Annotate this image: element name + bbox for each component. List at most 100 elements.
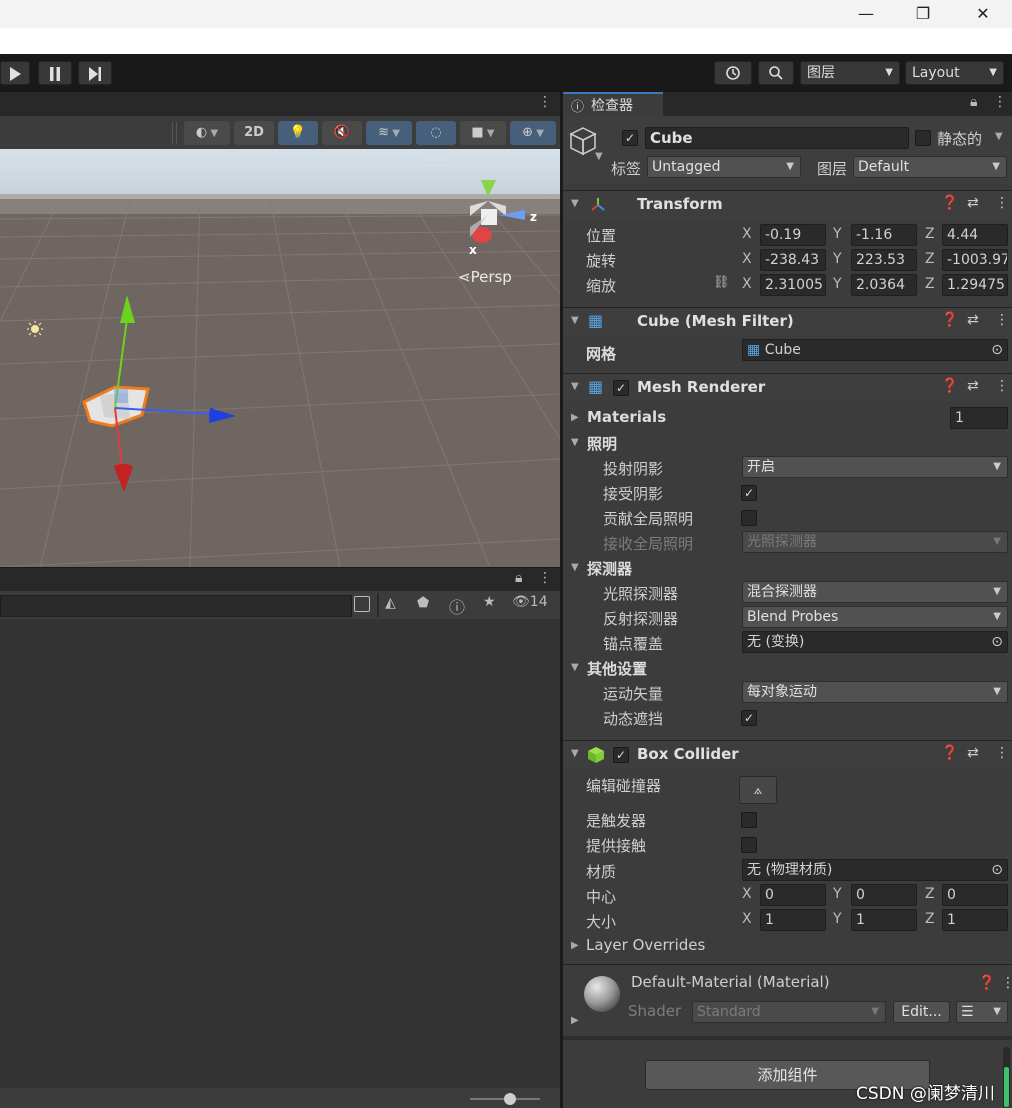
restore-button[interactable]: ❐ xyxy=(900,0,946,28)
camera-settings-button[interactable]: ■ ▼ xyxy=(460,121,506,145)
filter-type-icon[interactable]: ◭ xyxy=(385,595,396,611)
other-settings-label[interactable]: 其他设置 xyxy=(587,658,647,679)
chevron-down-icon[interactable]: ▼ xyxy=(595,151,603,162)
help-icon[interactable]: ❓ xyxy=(941,378,958,394)
is-trigger-checkbox[interactable] xyxy=(741,812,757,828)
kebab-menu-icon[interactable]: ⋮ xyxy=(1001,975,1012,991)
axis-x-label[interactable]: X xyxy=(742,226,752,242)
chevron-right-icon[interactable]: ▶ xyxy=(571,412,579,423)
mesh-renderer-header[interactable]: ▼ ▦ ✓ Mesh Renderer ❓ ⇄ ⋮ xyxy=(563,373,1012,402)
axis-x-label[interactable]: X xyxy=(742,886,752,902)
static-checkbox[interactable] xyxy=(915,130,931,146)
lighting-toggle-button[interactable]: 💡 xyxy=(278,121,318,145)
center-x-field[interactable]: 0 xyxy=(760,884,826,906)
axis-y-label[interactable]: Y xyxy=(833,911,842,927)
materials-label[interactable]: Materials xyxy=(587,408,666,426)
draw-mode-button[interactable]: ◐ ▼ xyxy=(184,121,230,145)
kebab-menu-icon[interactable]: ⋮ xyxy=(995,312,1009,328)
dynamic-occlusion-checkbox[interactable]: ✓ xyxy=(741,710,757,726)
effects-toggle-button[interactable]: ≋ ▼ xyxy=(366,121,412,145)
warning-icon[interactable]: ⓘ xyxy=(449,594,465,618)
layers-dropdown[interactable]: 图层 ▼ xyxy=(800,61,900,85)
link-icon[interactable]: ⛓︎ xyxy=(713,275,730,290)
position-x-field[interactable]: -0.19 xyxy=(760,224,826,246)
search-button[interactable] xyxy=(758,61,794,85)
kebab-menu-icon[interactable]: ⋮ xyxy=(995,745,1009,761)
collider-material-field[interactable]: 无 (物理材质) ⊙ xyxy=(742,859,1008,881)
toggle-2d-button[interactable]: 2D xyxy=(234,121,274,145)
minimize-button[interactable]: — xyxy=(843,0,889,28)
motion-vectors-dropdown[interactable]: 每对象运动 ▼ xyxy=(742,681,1008,703)
close-button[interactable]: ✕ xyxy=(960,0,1006,28)
size-z-field[interactable]: 1 xyxy=(942,909,1008,931)
shader-dropdown[interactable]: Standard ▼ xyxy=(692,1001,886,1023)
axis-z-label[interactable]: Z xyxy=(925,911,935,927)
kebab-menu-icon[interactable]: ⋮ xyxy=(538,94,552,110)
axis-y-label[interactable]: Y xyxy=(833,886,842,902)
object-picker-icon[interactable]: ⊙ xyxy=(991,860,1003,880)
shader-options-dropdown[interactable]: ☰ ▼ xyxy=(956,1001,1008,1023)
rotation-y-field[interactable]: 223.53 xyxy=(851,249,917,271)
hidden-objects-button[interactable]: ◌ xyxy=(416,121,456,145)
history-button[interactable] xyxy=(714,61,752,85)
inspector-scrollbar[interactable] xyxy=(1003,1047,1010,1108)
axis-y-label[interactable]: Y xyxy=(833,276,842,292)
tab-inspector[interactable]: ⓘ 检查器 xyxy=(563,92,663,116)
scale-x-field[interactable]: 2.31005 xyxy=(760,274,826,296)
preset-icon[interactable]: ⇄ xyxy=(967,312,979,328)
preset-icon[interactable]: ⇄ xyxy=(967,745,979,761)
box-collider-enabled-checkbox[interactable]: ✓ xyxy=(613,747,629,763)
axis-x-label[interactable]: X xyxy=(742,276,752,292)
perspective-label[interactable]: ⋖Persp xyxy=(458,268,512,286)
play-button[interactable] xyxy=(0,61,30,85)
tag-icon[interactable]: ⬟ xyxy=(417,595,429,611)
axis-z-label[interactable]: Z xyxy=(925,886,935,902)
lock-icon[interactable]: 🔒︎ xyxy=(515,570,522,586)
tag-dropdown[interactable]: Untagged ▼ xyxy=(647,156,801,178)
mesh-filter-header[interactable]: ▼ ▦ Cube (Mesh Filter) ❓ ⇄ ⋮ xyxy=(563,307,1012,336)
edit-shader-button[interactable]: Edit... xyxy=(893,1001,950,1023)
box-collider-header[interactable]: ▼ ✓ Box Collider ❓ ⇄ ⋮ xyxy=(563,740,1012,769)
object-name-input[interactable]: Cube xyxy=(645,127,909,149)
receive-shadows-checkbox[interactable]: ✓ xyxy=(741,485,757,501)
lighting-label[interactable]: 照明 xyxy=(587,433,617,454)
step-button[interactable] xyxy=(78,61,112,85)
object-picker-icon[interactable]: ⊙ xyxy=(991,340,1003,360)
position-z-field[interactable]: 4.44 xyxy=(942,224,1008,246)
kebab-menu-icon[interactable]: ⋮ xyxy=(995,378,1009,394)
layout-dropdown[interactable]: Layout ▼ xyxy=(905,61,1004,85)
axis-x-label[interactable]: X xyxy=(742,911,752,927)
materials-count-field[interactable]: 1 xyxy=(950,407,1008,429)
edit-collider-button[interactable]: ⟑ xyxy=(739,776,777,804)
rotation-z-field[interactable]: -1003.97 xyxy=(942,249,1008,271)
cast-shadows-dropdown[interactable]: 开启 ▼ xyxy=(742,456,1008,478)
help-icon[interactable]: ❓ xyxy=(941,195,958,211)
rotation-x-field[interactable]: -238.43 xyxy=(760,249,826,271)
project-search-input[interactable] xyxy=(0,595,352,617)
lock-icon[interactable]: 🔒︎ xyxy=(970,94,977,110)
provides-contacts-checkbox[interactable] xyxy=(741,837,757,853)
gizmos-button[interactable]: ⊕ ▼ xyxy=(510,121,556,145)
size-x-field[interactable]: 1 xyxy=(760,909,826,931)
chevron-down-icon[interactable]: ▼ xyxy=(571,437,579,448)
size-y-field[interactable]: 1 xyxy=(851,909,917,931)
axis-y-label[interactable]: Y xyxy=(833,251,842,267)
help-icon[interactable]: ❓ xyxy=(978,975,995,991)
contribute-gi-checkbox[interactable] xyxy=(741,510,757,526)
help-icon[interactable]: ❓ xyxy=(941,745,958,761)
chevron-right-icon[interactable]: ▶ xyxy=(571,1015,579,1026)
zoom-slider-thumb[interactable] xyxy=(504,1093,516,1105)
eye-icon[interactable]: 👁︎14 xyxy=(512,594,548,610)
project-content[interactable] xyxy=(0,619,560,1089)
center-z-field[interactable]: 0 xyxy=(942,884,1008,906)
axis-z-label[interactable]: Z xyxy=(925,226,935,242)
axis-z-label[interactable]: Z xyxy=(925,276,935,292)
star-icon[interactable]: ★ xyxy=(483,594,496,610)
scene-view[interactable]: z x ⋖Persp xyxy=(0,149,560,567)
center-y-field[interactable]: 0 xyxy=(851,884,917,906)
audio-toggle-button[interactable]: 🔇 xyxy=(322,121,362,145)
position-y-field[interactable]: -1.16 xyxy=(851,224,917,246)
kebab-menu-icon[interactable]: ⋮ xyxy=(538,570,552,586)
chevron-down-icon[interactable]: ▼ xyxy=(995,131,1003,142)
chevron-right-icon[interactable]: ▶ xyxy=(571,940,579,951)
